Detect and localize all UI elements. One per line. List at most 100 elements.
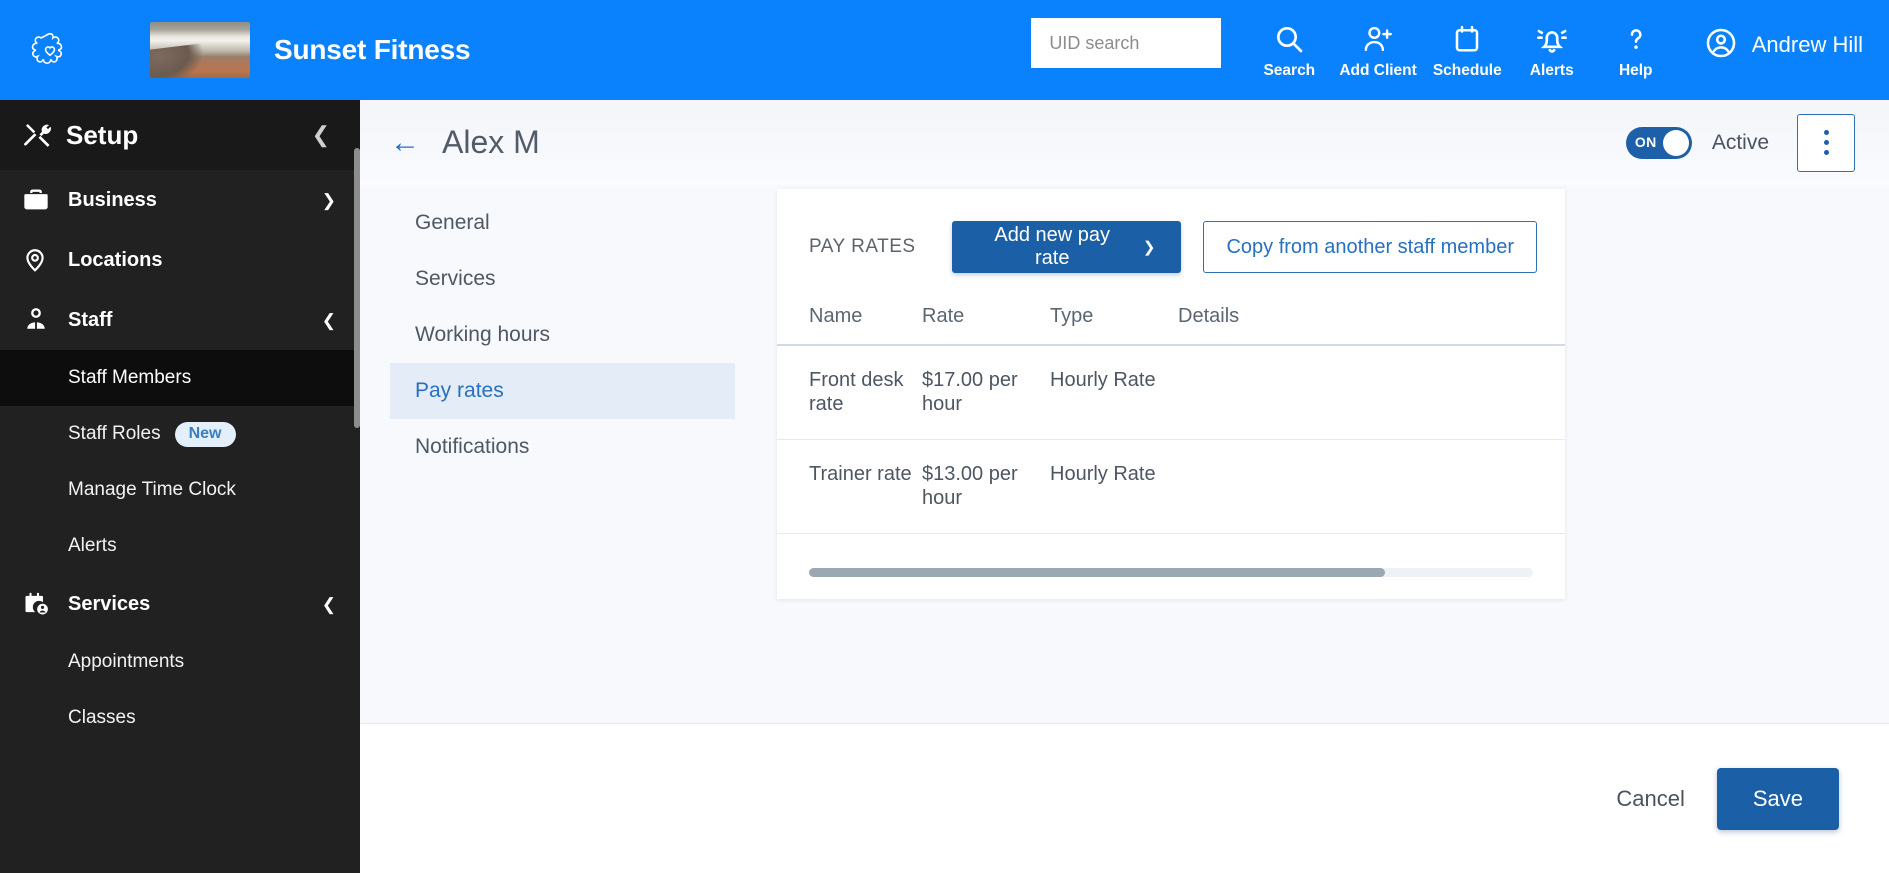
sidebar-item-label: Manage Time Clock xyxy=(68,479,236,500)
nav-search-label: Search xyxy=(1263,61,1316,79)
staff-detail-header: ← Alex M ON Active xyxy=(360,100,1889,185)
tab-label: Working hours xyxy=(415,323,551,346)
nav-search[interactable]: Search xyxy=(1247,0,1331,100)
sidebar-item-locations[interactable]: Locations xyxy=(0,230,360,290)
add-user-icon xyxy=(1361,15,1395,55)
table-header-row: Name Rate Type Details xyxy=(777,297,1565,345)
settings-body: General Services Working hours Pay rates… xyxy=(360,185,1889,728)
bell-icon xyxy=(1535,15,1569,55)
tab-notifications[interactable]: Notifications xyxy=(390,419,735,475)
action-footer: Cancel Save xyxy=(360,723,1889,873)
pay-rates-card-header: PAY RATES Add new pay rate ❯ Copy from a… xyxy=(777,189,1565,273)
sidebar-item-label: Staff Members xyxy=(68,367,192,388)
sidebar-header: Setup ❮ xyxy=(0,100,360,170)
chevron-up-icon: ❮ xyxy=(321,310,336,330)
tools-icon xyxy=(22,120,66,150)
arrow-left-icon[interactable]: ← xyxy=(390,127,420,158)
sunset-landscape-thumbnail xyxy=(150,22,250,78)
chevron-down-icon: ❯ xyxy=(1142,239,1156,256)
sidebar-item-label: Staff Roles xyxy=(68,423,161,444)
tab-services[interactable]: Services xyxy=(390,251,735,307)
cancel-button[interactable]: Cancel xyxy=(1610,776,1690,822)
header-actions: ON Active xyxy=(1625,113,1855,172)
horizontal-scrollbar[interactable] xyxy=(809,568,1533,577)
cell-type: Hourly Rate xyxy=(1050,369,1156,391)
search-input[interactable] xyxy=(1031,18,1222,68)
cell-name: Trainer rate xyxy=(809,462,912,485)
sidebar-item-label: Business xyxy=(68,188,157,211)
nav-add-client-label: Add Client xyxy=(1339,61,1417,79)
table-row[interactable]: Trainer rate $13.00 per hour Hourly Rate xyxy=(777,439,1565,534)
user-menu[interactable]: Andrew Hill xyxy=(1704,26,1863,65)
sidebar-item-label: Services xyxy=(68,592,151,615)
nav-schedule[interactable]: Schedule xyxy=(1425,0,1510,100)
chevron-up-icon: ❮ xyxy=(321,594,336,614)
sidebar-item-label: Classes xyxy=(68,707,136,728)
map-pin-icon xyxy=(22,246,68,274)
column-header-type: Type xyxy=(1050,305,1094,327)
cell-rate: $17.00 per hour xyxy=(922,369,1018,416)
cell-details xyxy=(1178,345,1565,439)
add-new-pay-rate-label: Add new pay rate xyxy=(994,224,1111,269)
sidebar-item-business[interactable]: Business ❯ xyxy=(0,170,360,230)
staff-icon xyxy=(22,306,68,334)
nav-alerts-label: Alerts xyxy=(1529,61,1574,79)
avatar xyxy=(1704,26,1738,65)
brand-title: Sunset Fitness xyxy=(274,34,471,65)
tab-label: Notifications xyxy=(415,435,530,458)
column-header-name: Name xyxy=(809,305,863,327)
top-navigation-bar: Sunset Fitness Search Add Client xyxy=(0,0,1889,100)
status-label: Active xyxy=(1711,130,1769,154)
calendar-person-icon xyxy=(22,590,68,618)
sidebar-item-services[interactable]: Services ❮ xyxy=(0,574,360,634)
chevron-left-icon[interactable]: ❮ xyxy=(306,120,336,150)
table-row[interactable]: Front desk rate $17.00 per hour Hourly R… xyxy=(777,345,1565,440)
page-title: Alex M xyxy=(442,124,540,160)
nav-help-label: Help xyxy=(1618,61,1653,79)
calendar-icon xyxy=(1452,15,1482,55)
cell-rate: $13.00 per hour xyxy=(922,462,1018,510)
toggle-state-label: ON xyxy=(1634,133,1657,150)
sidebar-item-classes[interactable]: Classes xyxy=(0,690,360,746)
sidebar-item-appointments[interactable]: Appointments xyxy=(0,634,360,690)
more-vertical-icon[interactable] xyxy=(1797,113,1855,172)
pay-rates-title: PAY RATES xyxy=(809,236,916,257)
briefcase-icon xyxy=(22,186,68,214)
settings-tab-list: General Services Working hours Pay rates… xyxy=(390,185,735,728)
tab-label: Pay rates xyxy=(415,379,504,402)
tab-general[interactable]: General xyxy=(390,195,735,251)
sidebar: Setup ❮ Business ❯ Locations Staff ❮ Sta… xyxy=(0,100,360,873)
column-header-rate: Rate xyxy=(922,305,965,327)
column-header-details: Details xyxy=(1178,305,1240,327)
nav-add-client[interactable]: Add Client xyxy=(1331,0,1425,100)
cell-details xyxy=(1178,439,1565,533)
user-name: Andrew Hill xyxy=(1751,32,1863,57)
tab-pay-rates[interactable]: Pay rates xyxy=(390,363,735,419)
sidebar-item-alerts[interactable]: Alerts xyxy=(0,518,360,574)
sidebar-title: Setup xyxy=(66,119,139,150)
toggle-knob xyxy=(1662,129,1689,156)
tab-label: General xyxy=(415,211,490,234)
sidebar-item-staff-roles[interactable]: Staff Roles New xyxy=(0,406,360,462)
nav-schedule-label: Schedule xyxy=(1432,61,1502,79)
sidebar-item-label: Staff xyxy=(68,308,113,331)
sidebar-item-staff[interactable]: Staff ❮ xyxy=(0,290,360,350)
copy-from-another-staff-button[interactable]: Copy from another staff member xyxy=(1203,221,1537,273)
chevron-down-icon: ❯ xyxy=(321,190,336,210)
search-icon xyxy=(1273,15,1305,55)
sidebar-item-staff-members[interactable]: Staff Members xyxy=(0,350,360,406)
save-button[interactable]: Save xyxy=(1716,767,1839,830)
question-icon xyxy=(1622,15,1650,55)
pay-rates-table: Name Rate Type Details Front desk rate $… xyxy=(777,297,1565,534)
nav-alerts[interactable]: Alerts xyxy=(1510,0,1594,100)
sidebar-item-manage-time-clock[interactable]: Manage Time Clock xyxy=(0,462,360,518)
tab-working-hours[interactable]: Working hours xyxy=(390,307,735,363)
nav-help[interactable]: Help xyxy=(1594,0,1678,100)
sidebar-item-label: Appointments xyxy=(68,651,185,672)
status-badge: New xyxy=(174,421,236,447)
scrollbar-thumb[interactable] xyxy=(809,568,1385,577)
tab-label: Services xyxy=(415,267,496,290)
active-toggle[interactable]: ON xyxy=(1625,126,1692,159)
add-new-pay-rate-button[interactable]: Add new pay rate ❯ xyxy=(951,221,1182,273)
flower-logo-icon[interactable] xyxy=(0,0,100,100)
